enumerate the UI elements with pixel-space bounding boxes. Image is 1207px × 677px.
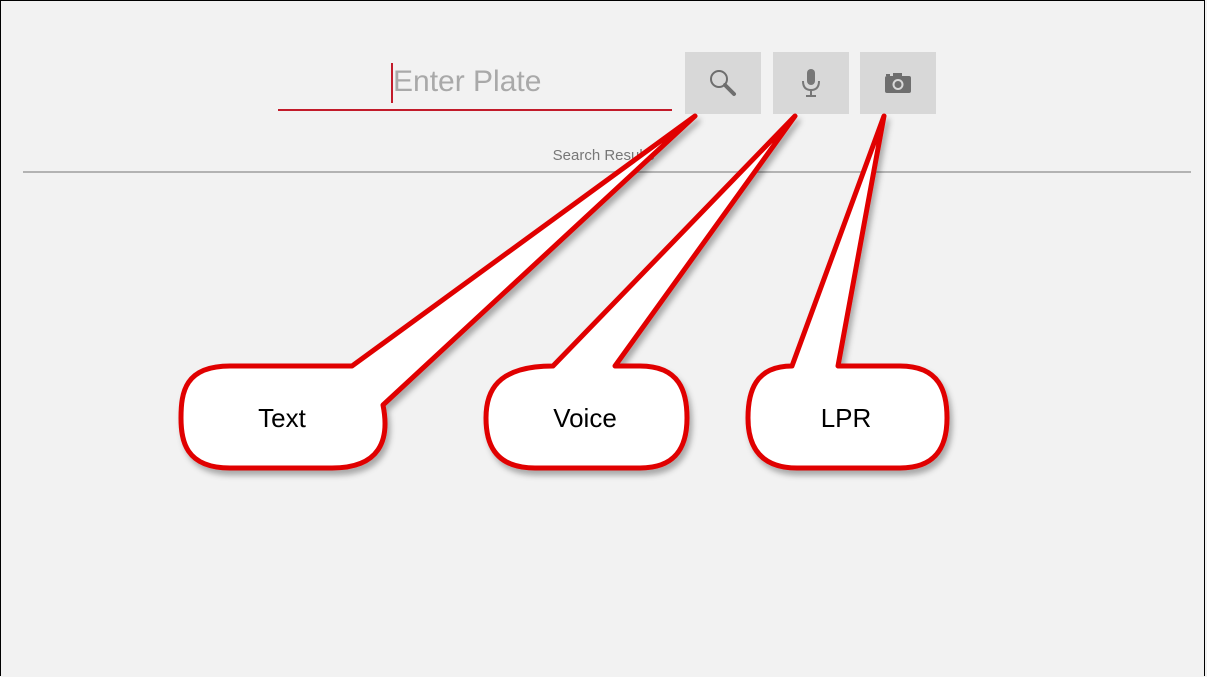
text-callout-label: Text bbox=[258, 403, 306, 433]
lpr-callout-label: LPR bbox=[821, 403, 872, 433]
voice-callout-label: Voice bbox=[553, 403, 617, 433]
callout-annotations: Text Voice LPR bbox=[178, 113, 950, 471]
